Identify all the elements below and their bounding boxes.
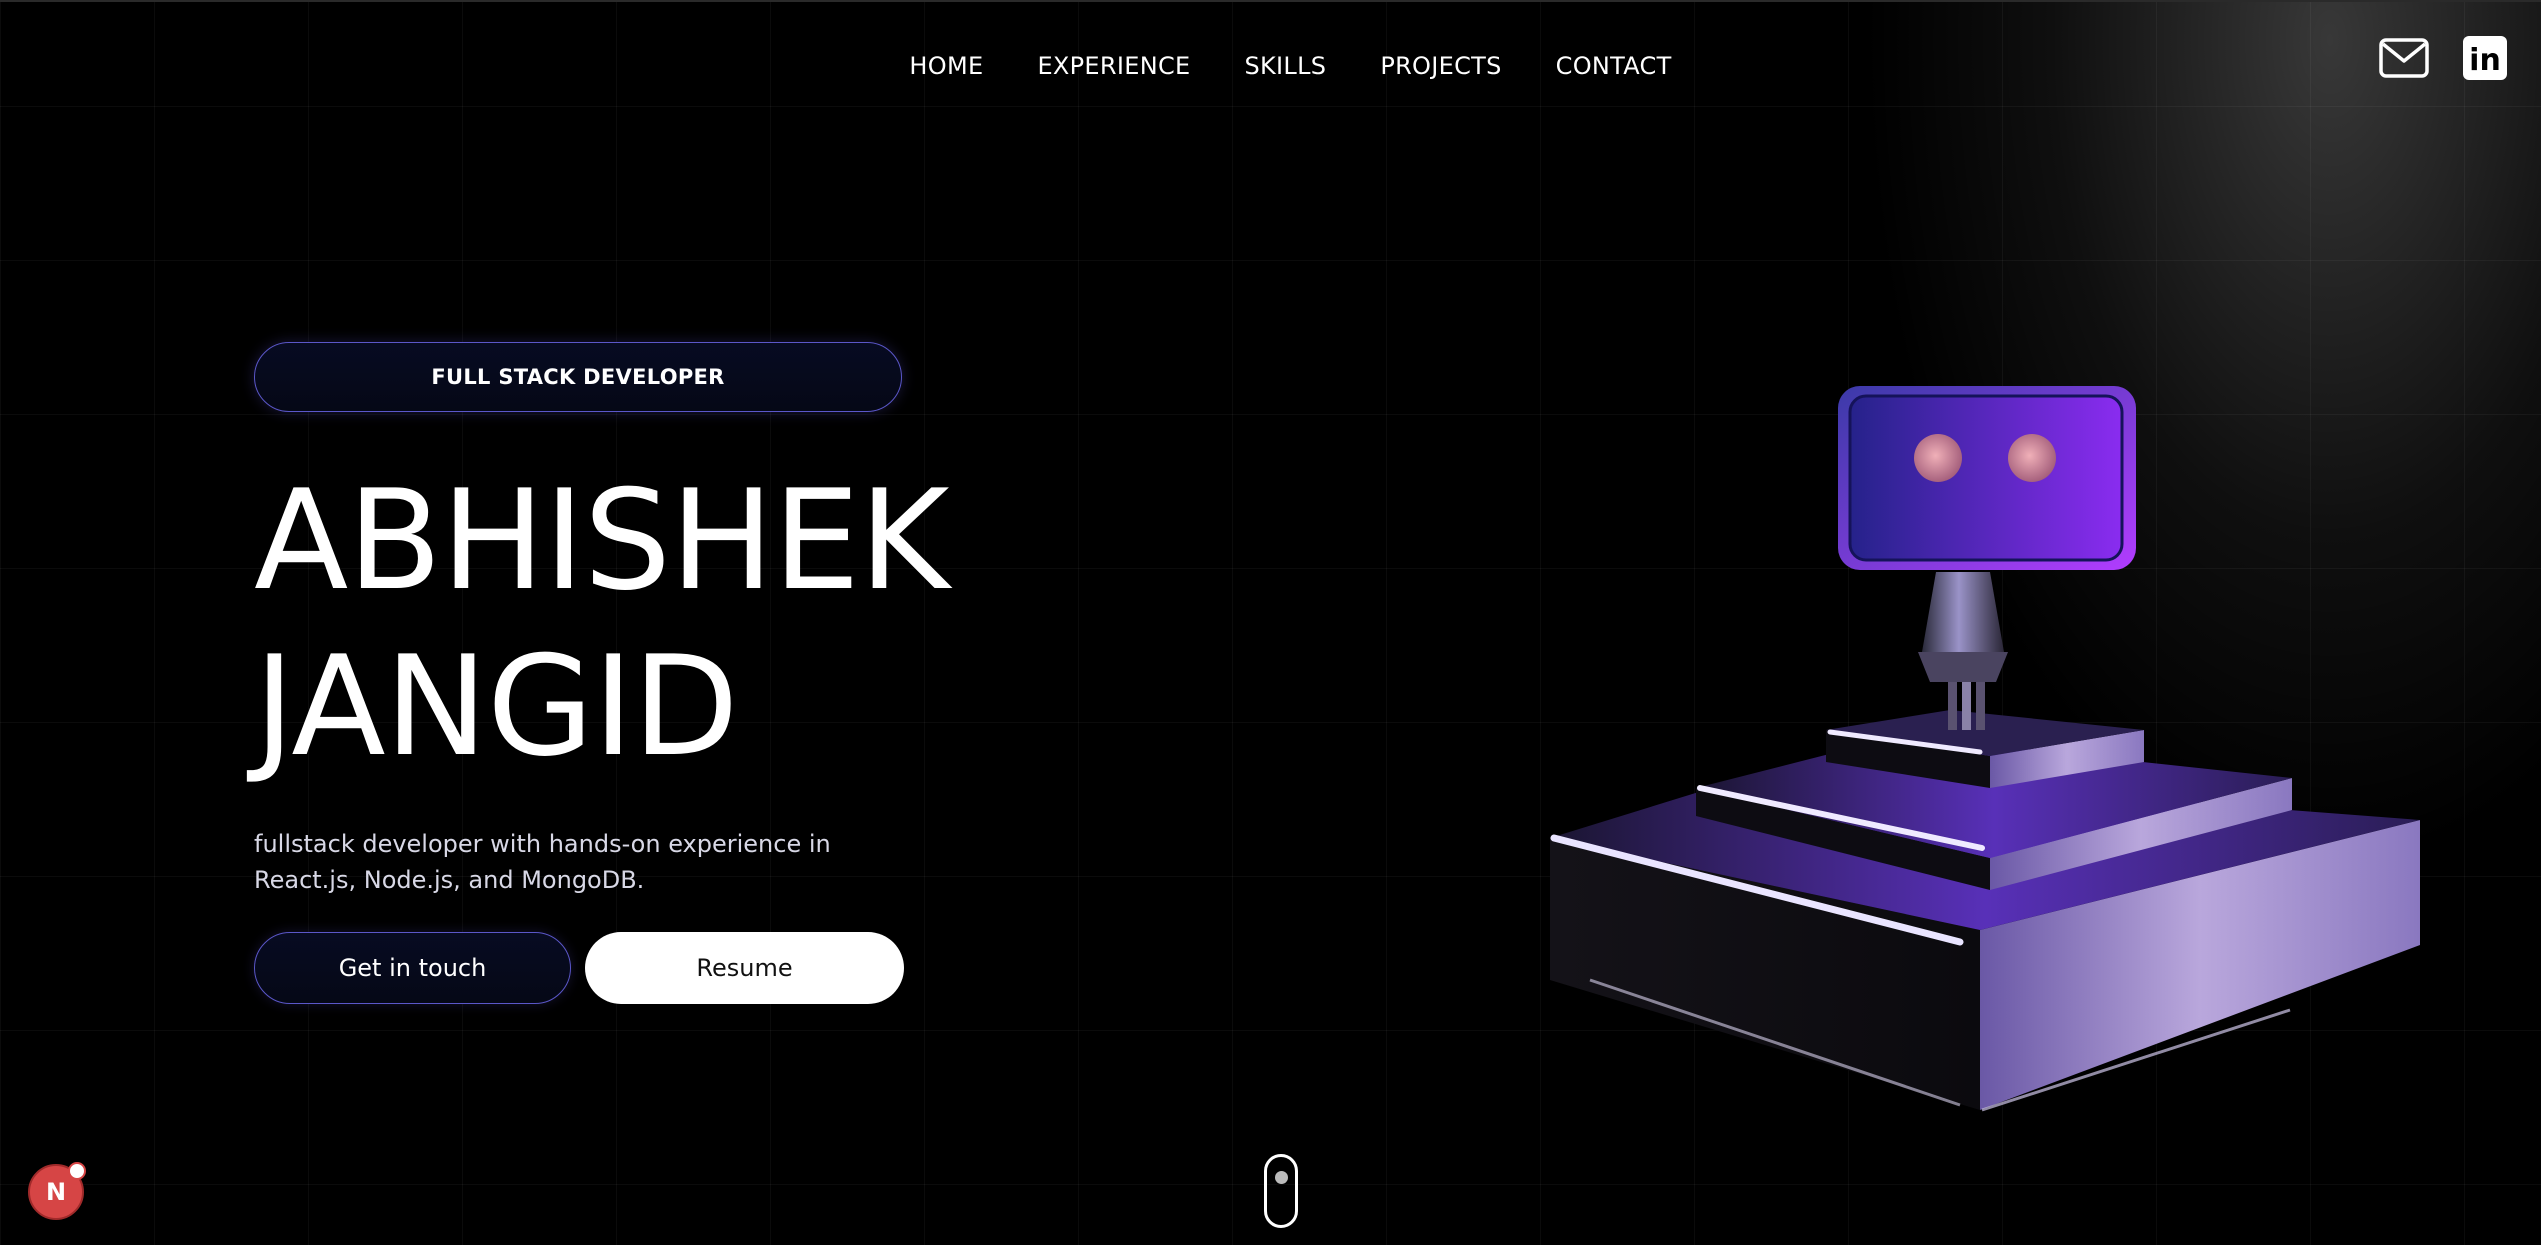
- main-nav: HOME EXPERIENCE SKILLS PROJECTS CONTACT: [0, 52, 2541, 80]
- role-pill: FULL STACK DEVELOPER: [254, 342, 902, 412]
- nav-item-experience[interactable]: EXPERIENCE: [1037, 52, 1190, 80]
- nav-item-projects[interactable]: PROJECTS: [1380, 52, 1501, 80]
- top-border: [0, 0, 2541, 2]
- hero-section: FULL STACK DEVELOPER ABHISHEK JANGID ful…: [254, 342, 950, 1004]
- nav-item-home[interactable]: HOME: [909, 52, 983, 80]
- scroll-dot: [1275, 1171, 1288, 1184]
- mail-icon[interactable]: [2379, 36, 2429, 80]
- hero-name: ABHISHEK JANGID: [254, 458, 950, 790]
- first-name: ABHISHEK: [254, 460, 950, 621]
- robot-illustration: [1520, 370, 2440, 1150]
- dev-badge-pip: [68, 1162, 86, 1180]
- hero-description: fullstack developer with hands-on experi…: [254, 830, 831, 894]
- linkedin-text: in: [2469, 43, 2501, 78]
- resume-button[interactable]: Resume: [585, 932, 904, 1004]
- cta-group: Get in touch Resume: [254, 932, 904, 1004]
- linkedin-icon[interactable]: in: [2463, 36, 2507, 80]
- social-links: in: [2379, 36, 2507, 80]
- nav-item-contact[interactable]: CONTACT: [1556, 52, 1672, 80]
- get-in-touch-button[interactable]: Get in touch: [254, 932, 571, 1004]
- scroll-indicator[interactable]: [1264, 1154, 1298, 1228]
- dev-badge-letter: N: [45, 1178, 67, 1206]
- dev-badge[interactable]: N: [28, 1162, 86, 1220]
- nav-item-skills[interactable]: SKILLS: [1244, 52, 1326, 80]
- last-name: JANGID: [254, 626, 739, 787]
